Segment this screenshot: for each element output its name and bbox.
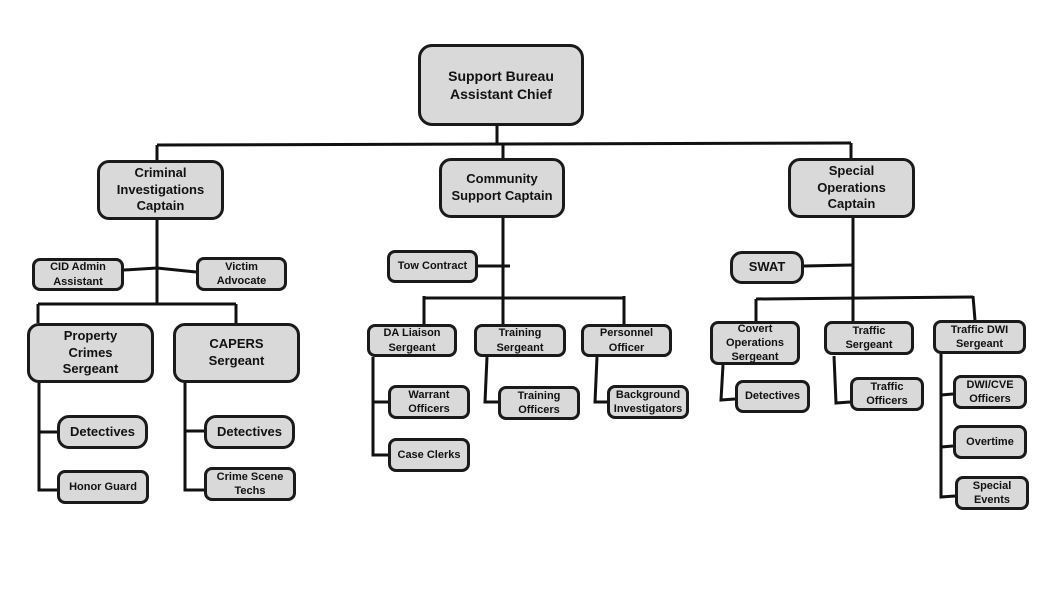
connector-line <box>719 364 736 402</box>
node-root: Support Bureau Assistant Chief <box>418 44 584 126</box>
node-dwi-cve: DWI/CVE Officers <box>953 375 1027 409</box>
connector-line <box>371 357 388 457</box>
connector-line <box>803 263 854 268</box>
node-tow-contract: Tow Contract <box>387 250 478 283</box>
node-overtime: Overtime <box>953 425 1027 459</box>
node-da-liaison: DA Liaison Sergeant <box>367 324 457 357</box>
connector-line <box>156 141 852 147</box>
connector-line <box>939 354 956 499</box>
connector-line <box>832 355 851 405</box>
node-background: Background Investigators <box>607 385 689 419</box>
node-traffic-officers: Traffic Officers <box>850 377 924 411</box>
connector-line <box>593 356 607 404</box>
node-covert-detectives: Detectives <box>735 380 810 413</box>
connector-line <box>37 383 57 492</box>
node-capers-detectives: Detectives <box>204 415 295 449</box>
connector-line <box>483 356 498 404</box>
node-training-officers: Training Officers <box>498 386 580 420</box>
node-crime-scene: Crime Scene Techs <box>204 467 296 501</box>
node-property-detectives: Detectives <box>57 415 148 449</box>
connector-line <box>940 444 954 449</box>
node-cid-admin: CID Admin Assistant <box>32 258 124 291</box>
node-dwi-sergeant: Traffic DWI Sergeant <box>933 320 1026 354</box>
connector-line <box>971 295 977 321</box>
node-cid-captain: Criminal Investigations Captain <box>97 160 224 220</box>
connector-line <box>755 295 974 301</box>
connector-line <box>123 266 197 274</box>
node-victim-advocate: Victim Advocate <box>196 257 287 291</box>
node-covert-sergeant: Covert Operations Sergeant <box>710 321 800 365</box>
org-chart: Support Bureau Assistant Chief Criminal I… <box>0 0 1046 589</box>
node-traffic-sergeant: Traffic Sergeant <box>824 321 914 355</box>
node-honor-guard: Honor Guard <box>57 470 149 504</box>
node-special-events: Special Events <box>955 476 1029 510</box>
node-swat: SWAT <box>730 251 804 284</box>
node-case-clerks: Case Clerks <box>388 438 470 472</box>
node-personnel-officer: Personnel Officer <box>581 324 672 357</box>
node-capers-sergeant: CAPERS Sergeant <box>173 323 300 383</box>
node-training-sergeant: Training Sergeant <box>474 324 566 357</box>
connector-line <box>940 392 954 397</box>
connector-line <box>183 383 204 492</box>
node-property-sergeant: Property Crimes Sergeant <box>27 323 154 383</box>
node-special-captain: Special Operations Captain <box>788 158 915 218</box>
node-community-captain: Community Support Captain <box>439 158 565 218</box>
node-warrant-officers: Warrant Officers <box>388 385 470 419</box>
